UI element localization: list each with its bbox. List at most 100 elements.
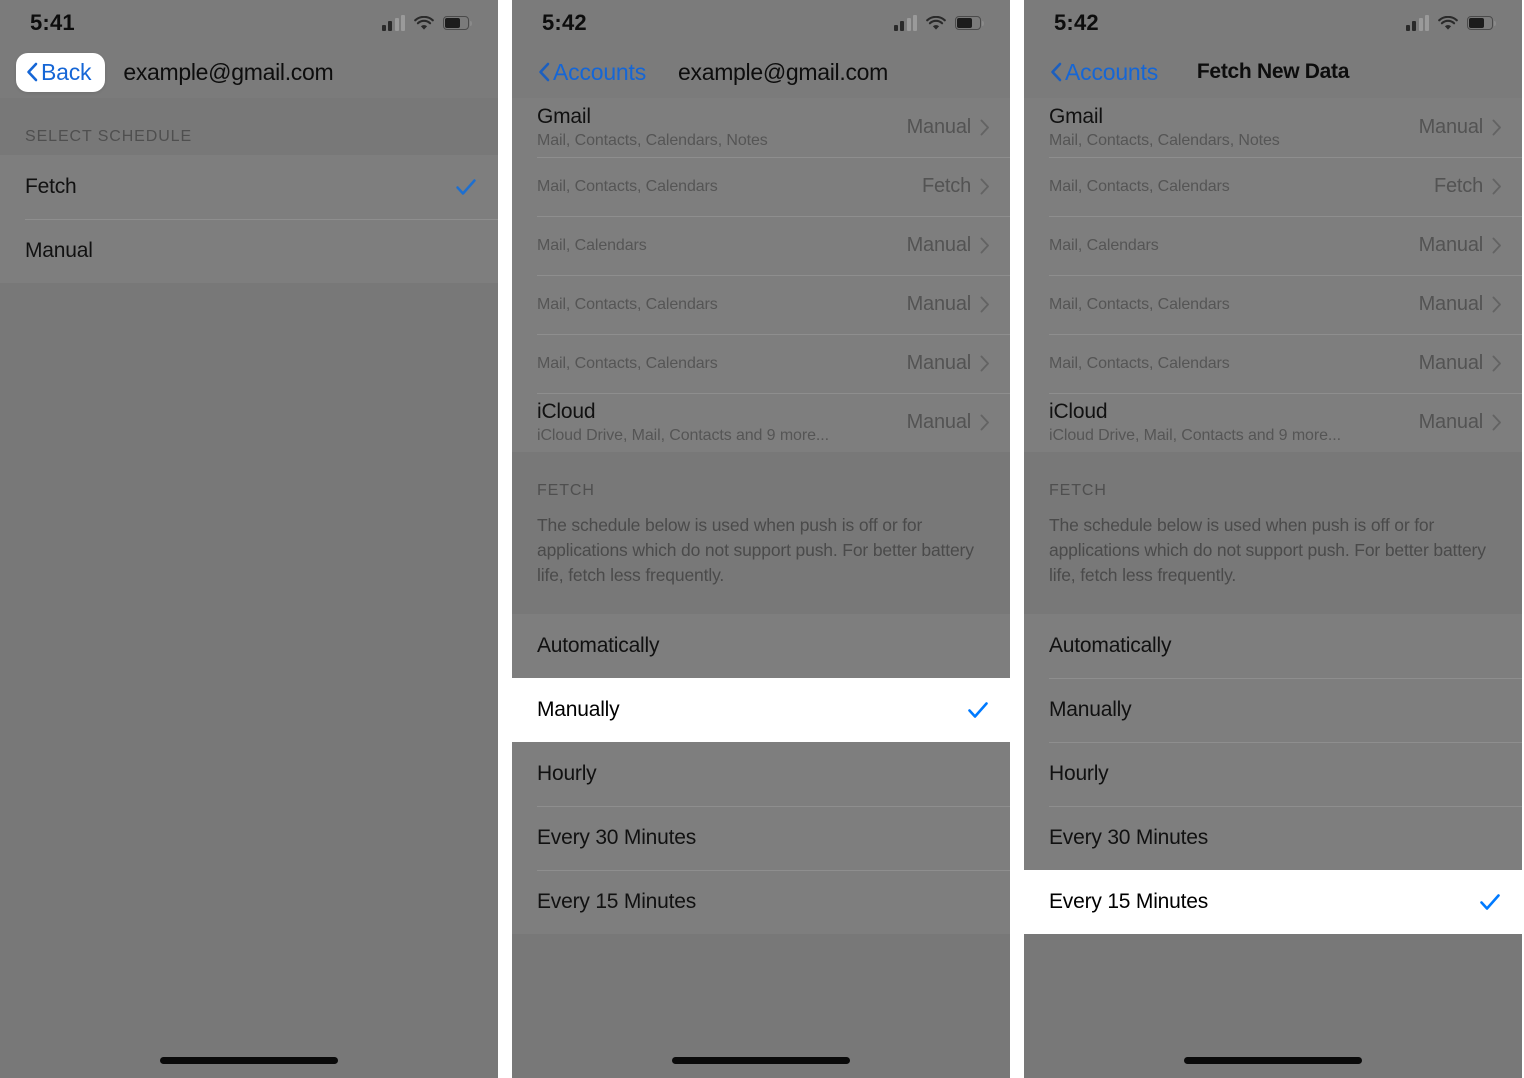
panel-separator-2 [1010,0,1024,1078]
fetch-schedule-list: Automatically Manually Hourly Every 30 M… [512,614,1010,934]
fetch-option-row-hourly[interactable]: Hourly [1024,742,1522,806]
account-services: Mail, Calendars [1049,236,1159,254]
account-schedule-value: Manual [906,293,972,315]
battery-icon [1467,16,1496,30]
fetch-option-label: Hourly [1049,762,1109,785]
account-name: iCloud [537,399,596,423]
account-row[interactable]: Mail, Contacts, Calendars Manual [512,334,1010,393]
phone-screen-fetch-manually: 5:42 Accounts example@gmail.com Gmail Ma… [512,0,1010,1078]
account-schedule-value: Manual [1418,411,1484,433]
account-row[interactable]: Gmail Mail, Contacts, Calendars, Notes M… [512,98,1010,157]
back-button[interactable]: Back [16,52,106,92]
account-row[interactable]: Mail, Contacts, Calendars Fetch [512,157,1010,216]
accounts-list: Gmail Mail, Contacts, Calendars, Notes M… [512,98,1010,452]
account-services: Mail, Contacts, Calendars [537,295,718,313]
chevron-right-icon [980,178,990,195]
option-row-fetch[interactable]: Fetch [0,155,498,219]
chevron-right-icon [1492,296,1502,313]
account-schedule-value: Manual [906,234,972,256]
status-bar: 5:42 [1024,0,1522,46]
account-row[interactable]: Gmail Mail, Contacts, Calendars, Notes M… [1024,98,1522,157]
account-schedule-value: Manual [1418,234,1484,256]
fetch-description: The schedule below is used when push is … [1024,509,1522,614]
fetch-option-row-automatically[interactable]: Automatically [1024,614,1522,678]
chevron-right-icon [980,296,990,313]
fetch-option-row-automatically[interactable]: Automatically [512,614,1010,678]
page-title: example@gmail.com [123,58,334,85]
fetch-option-label: Hourly [537,762,597,785]
status-icons [381,15,472,31]
account-services: Mail, Contacts, Calendars, Notes [537,131,768,149]
account-schedule-value: Manual [906,411,972,433]
fetch-option-row-hourly[interactable]: Hourly [512,742,1010,806]
fetch-schedule-list: Automatically Manually Hourly Every 30 M… [1024,614,1522,934]
signal-bars-icon [893,15,917,31]
status-time: 5:42 [1054,10,1099,35]
account-row[interactable]: Mail, Contacts, Calendars Fetch [1024,157,1522,216]
panel-separator-1 [498,0,512,1078]
accounts-list: Gmail Mail, Contacts, Calendars, Notes M… [1024,98,1522,452]
account-row[interactable]: iCloud iCloud Drive, Mail, Contacts and … [1024,393,1522,452]
fetch-option-label: Automatically [537,634,660,657]
fetch-option-label: Manually [537,698,620,721]
home-indicator[interactable] [1184,1057,1362,1064]
chevron-left-icon [26,62,38,82]
account-services: Mail, Contacts, Calendars [1049,354,1230,372]
option-label: Fetch [25,175,77,198]
home-indicator[interactable] [160,1057,338,1064]
checkmark-icon [966,698,990,722]
option-row-manual[interactable]: Manual [0,219,498,283]
fetch-option-row-manually[interactable]: Manually [512,678,1010,742]
screenshot-triptych: 5:41 Back example@gmail.com SELECT SCHED… [0,0,1524,1078]
chevron-left-icon [538,62,550,82]
fetch-option-row-every-15-minutes[interactable]: Every 15 Minutes [512,870,1010,934]
status-time: 5:42 [542,10,587,35]
section-header-fetch: FETCH [1024,452,1522,509]
chevron-right-icon [1492,237,1502,254]
phone-screen-fetch-15min: 5:42 Accounts Fetch New Data Gmail Mail,… [1024,0,1522,1078]
chevron-right-icon [1492,355,1502,372]
account-row[interactable]: iCloud iCloud Drive, Mail, Contacts and … [512,393,1010,452]
wifi-icon [1438,15,1458,31]
account-services: iCloud Drive, Mail, Contacts and 9 more.… [1049,426,1341,444]
chevron-left-icon [1050,62,1062,82]
back-button-label: Accounts [553,58,647,85]
account-schedule-value: Fetch [921,175,971,197]
option-label: Manual [25,239,93,262]
status-icons [893,15,984,31]
account-services: Mail, Contacts, Calendars, Notes [1049,131,1280,149]
fetch-option-row-manually[interactable]: Manually [1024,678,1522,742]
wifi-icon [414,15,434,31]
checkmark-icon [1478,890,1502,914]
status-time: 5:41 [30,10,75,35]
home-indicator[interactable] [672,1057,850,1064]
status-icons [1405,15,1496,31]
account-row[interactable]: Mail, Calendars Manual [512,216,1010,275]
back-button[interactable]: Accounts [1040,53,1172,92]
chevron-right-icon [1492,119,1502,136]
status-bar: 5:42 [512,0,1010,46]
fetch-option-label: Manually [1049,698,1132,721]
account-schedule-value: Manual [906,352,972,374]
account-row[interactable]: Mail, Contacts, Calendars Manual [1024,275,1522,334]
chevron-right-icon [980,414,990,431]
chevron-right-icon [980,119,990,136]
account-schedule-value: Manual [1418,352,1484,374]
wifi-icon [926,15,946,31]
signal-bars-icon [381,15,405,31]
fetch-option-label: Every 15 Minutes [1049,890,1209,913]
chevron-right-icon [980,237,990,254]
account-services: Mail, Contacts, Calendars [537,354,718,372]
back-button[interactable]: Accounts [528,53,660,92]
fetch-description: The schedule below is used when push is … [512,509,1010,614]
account-row[interactable]: Mail, Contacts, Calendars Manual [512,275,1010,334]
checkmark-icon [454,175,478,199]
account-row[interactable]: Mail, Contacts, Calendars Manual [1024,334,1522,393]
fetch-option-row-every-30-minutes[interactable]: Every 30 Minutes [512,806,1010,870]
back-button-label: Accounts [1065,58,1159,85]
fetch-option-row-every-30-minutes[interactable]: Every 30 Minutes [1024,806,1522,870]
account-row[interactable]: Mail, Calendars Manual [1024,216,1522,275]
signal-bars-icon [1405,15,1429,31]
page-title: example@gmail.com [678,58,889,85]
fetch-option-row-every-15-minutes[interactable]: Every 15 Minutes [1024,870,1522,934]
